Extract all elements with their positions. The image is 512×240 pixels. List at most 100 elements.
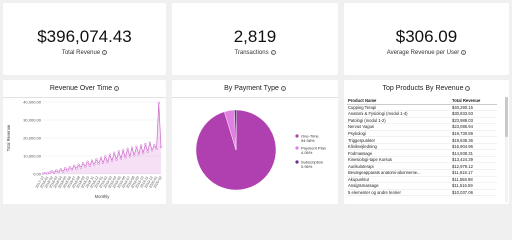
data-point[interactable] <box>90 159 94 162</box>
data-point[interactable] <box>104 155 107 158</box>
y-tick-label: 20,000.00 <box>23 136 42 141</box>
data-point[interactable] <box>133 154 136 157</box>
data-point[interactable] <box>77 163 80 166</box>
data-point[interactable] <box>117 150 120 153</box>
data-point[interactable] <box>115 158 118 161</box>
data-point[interactable] <box>79 166 82 169</box>
legend-swatch <box>295 146 299 150</box>
data-point[interactable] <box>155 147 158 150</box>
y-tick-label: 10,000.00 <box>23 154 42 159</box>
data-point[interactable] <box>106 160 109 164</box>
y-axis-label: Total Revenue <box>6 124 11 151</box>
legend-swatch <box>295 160 299 164</box>
data-point[interactable] <box>68 166 71 169</box>
data-point[interactable] <box>93 163 96 166</box>
panel-title-text: Top Products By Revenue <box>382 85 464 92</box>
kpi-value: $306.09 <box>395 27 458 46</box>
data-point[interactable] <box>46 172 49 175</box>
table-scrollbar[interactable] <box>505 97 508 202</box>
payment-pie-chart[interactable]: One-Time94.98%Payment Plan4.06%Subscript… <box>172 98 338 204</box>
payment-type-panel: By Payment Type i One-Time 94.98% Payment P… <box>172 80 338 204</box>
top-products-panel: Top Products By Revenue i Product Name To… <box>344 80 509 204</box>
panel-title: Top Products By Revenue i <box>344 85 509 92</box>
data-point[interactable] <box>50 170 54 173</box>
data-point[interactable] <box>101 161 105 164</box>
data-point[interactable] <box>157 101 160 105</box>
data-point[interactable] <box>144 142 147 146</box>
data-point[interactable] <box>153 144 156 147</box>
info-icon[interactable]: i <box>280 85 286 91</box>
data-point[interactable] <box>113 151 116 154</box>
kpi-value: 2,819 <box>233 27 277 46</box>
data-point[interactable] <box>142 151 145 155</box>
data-point[interactable] <box>139 144 143 147</box>
data-point[interactable] <box>52 171 56 174</box>
data-point[interactable] <box>44 171 47 175</box>
column-header-product[interactable]: Product Name <box>347 97 451 105</box>
info-icon[interactable]: i <box>114 85 120 91</box>
data-point[interactable] <box>124 156 127 159</box>
data-point[interactable] <box>81 162 85 165</box>
data-point[interactable] <box>41 172 45 175</box>
data-point[interactable] <box>130 146 134 149</box>
panel-title: Revenue Over Time i <box>3 85 166 92</box>
legend-percent: 4.06% <box>301 150 313 155</box>
kpi-card-average-revenue: $306.09 Average Revenue per User i <box>344 3 509 75</box>
x-axis-label: Monthly <box>95 194 111 199</box>
revenue-area <box>43 102 161 174</box>
data-point[interactable] <box>95 158 98 161</box>
data-point[interactable] <box>146 150 149 153</box>
product-revenue-cell: $10,037.06 <box>451 189 497 197</box>
kpi-card-transactions: 2,819 Transactions i <box>172 3 338 75</box>
kpi-label-text: Total Revenue <box>61 50 101 57</box>
info-icon[interactable]: i <box>270 50 276 55</box>
data-point[interactable] <box>64 167 67 170</box>
data-point[interactable] <box>119 157 123 160</box>
data-point[interactable] <box>150 149 154 152</box>
data-point[interactable] <box>128 155 131 158</box>
data-point[interactable] <box>88 164 91 167</box>
data-point[interactable] <box>48 171 51 174</box>
y-tick-label: 40,000.00 <box>23 100 42 105</box>
y-tick-label: 30,000.00 <box>23 118 42 123</box>
data-point[interactable] <box>70 168 74 171</box>
data-point[interactable] <box>61 170 65 173</box>
panel-title: By Payment Type i <box>172 85 338 92</box>
products-table-body: Cupping Terapi $40,290.15 Anatomi & Fysiol… <box>347 104 497 197</box>
data-point[interactable] <box>148 141 152 144</box>
kpi-value: $396,074.43 <box>37 27 132 46</box>
data-point[interactable] <box>55 169 58 172</box>
legend-percent: 0.96% <box>301 164 313 169</box>
revenue-line-chart[interactable]: 0.0010,000.0020,000.0030,000.0040,000.00… <box>3 98 166 204</box>
data-point[interactable] <box>97 162 100 165</box>
data-point[interactable] <box>57 170 60 173</box>
data-point[interactable] <box>99 156 103 159</box>
data-point[interactable] <box>86 160 89 163</box>
kpi-label: Average Revenue per User i <box>344 50 509 56</box>
kpi-card-total-revenue: $396,074.43 Total Revenue i <box>3 3 166 75</box>
data-point[interactable] <box>66 169 69 172</box>
data-point[interactable] <box>110 159 114 162</box>
table-row[interactable]: 5 elementer og andre teorier $10,037.06 <box>347 189 497 197</box>
panel-title-text: By Payment Type <box>224 85 279 92</box>
column-header-revenue[interactable]: Total Revenue <box>451 97 497 105</box>
panel-title-text: Revenue Over Time <box>49 85 113 92</box>
scrollbar-thumb[interactable] <box>505 97 508 137</box>
info-icon[interactable]: i <box>102 50 108 55</box>
kpi-label: Transactions i <box>172 50 338 56</box>
data-point[interactable] <box>122 149 125 152</box>
info-icon[interactable]: i <box>465 85 471 91</box>
data-point[interactable] <box>159 145 163 149</box>
data-point[interactable] <box>73 164 76 167</box>
kpi-label-text: Transactions <box>234 50 269 57</box>
data-point[interactable] <box>135 145 138 148</box>
data-point[interactable] <box>137 153 140 156</box>
data-point[interactable] <box>126 147 129 150</box>
data-point[interactable] <box>75 167 78 170</box>
data-point[interactable] <box>84 165 87 168</box>
info-icon[interactable]: i <box>461 50 467 55</box>
kpi-label-text: Average Revenue per User <box>386 50 460 57</box>
revenue-over-time-panel: Revenue Over Time i 0.00 10,000.00 20,000.0… <box>3 80 166 204</box>
data-point[interactable] <box>108 153 111 156</box>
data-point[interactable] <box>59 168 62 171</box>
